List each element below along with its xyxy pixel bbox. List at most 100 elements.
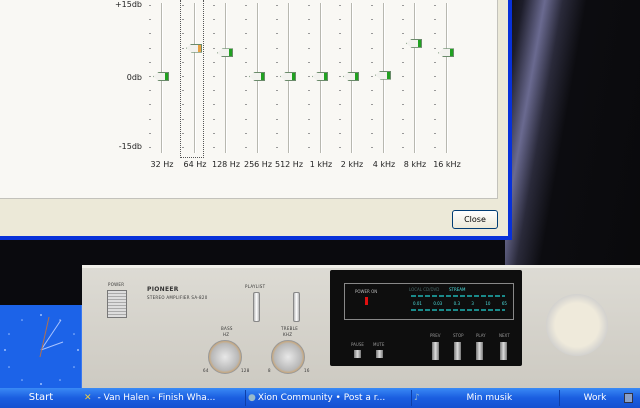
- tick-mark: [182, 61, 184, 63]
- playlist-toggle-button[interactable]: [293, 292, 300, 322]
- eq-slider[interactable]: [245, 3, 271, 153]
- eq-slider[interactable]: [276, 3, 302, 153]
- mute-button[interactable]: [376, 350, 383, 358]
- tick-mark: [308, 147, 310, 148]
- tick-mark: [402, 132, 404, 134]
- tick-mark: [182, 76, 184, 77]
- tick-mark: [434, 47, 436, 49]
- tick-mark: [339, 90, 341, 92]
- tick-mark: [276, 47, 278, 49]
- tick-mark: [402, 5, 404, 6]
- tick-mark: [213, 132, 215, 134]
- tick-mark: [245, 61, 247, 63]
- tick-mark: [434, 5, 436, 6]
- slider-thumb[interactable]: [312, 72, 328, 81]
- slider-thumb[interactable]: [375, 70, 391, 80]
- tick-mark: [213, 5, 215, 6]
- browser-icon: ●: [248, 393, 256, 403]
- bass-knob[interactable]: [208, 340, 242, 374]
- source-label: LOCAL CD/DVD: [409, 287, 440, 292]
- tick-mark: [276, 33, 278, 35]
- tick-mark: [402, 147, 404, 148]
- taskbar-item-music-player[interactable]: ✕ - Van Halen - Finish Wha...: [84, 390, 246, 406]
- tray-icon[interactable]: [624, 393, 633, 403]
- tick-mark: [213, 90, 215, 92]
- tick-mark: [213, 76, 215, 77]
- tick-mark: [434, 19, 436, 21]
- start-button[interactable]: Start: [0, 388, 82, 408]
- treble-max: 16: [304, 368, 310, 373]
- model-label: STEREO AMPLIFIER SA-820: [147, 295, 208, 300]
- slider-thumb[interactable]: [186, 43, 202, 53]
- stop-button[interactable]: [454, 342, 461, 360]
- tick-mark: [434, 61, 436, 63]
- tick-mark: [245, 147, 247, 148]
- play-label: PLAY: [476, 333, 486, 338]
- slider-thumb[interactable]: [343, 72, 359, 81]
- display-screen: POWER ON LOCAL CD/DVD STREAM 0.01 0.03 0.3…: [344, 283, 514, 320]
- taskbar-item-browser[interactable]: ● Xion Community • Post a r...: [248, 390, 412, 406]
- eq-slider[interactable]: [434, 3, 460, 153]
- power-button[interactable]: [107, 290, 127, 318]
- treble-knob[interactable]: [271, 340, 305, 374]
- eq-slider[interactable]: [371, 3, 397, 153]
- slider-thumb[interactable]: [217, 48, 233, 58]
- slider-thumb[interactable]: [406, 38, 422, 48]
- taskbar-item-work[interactable]: Work: [570, 390, 620, 406]
- prev-label: PREV: [430, 333, 441, 338]
- tick-mark: [402, 118, 404, 120]
- scale-label: 65: [501, 301, 507, 306]
- prev-button[interactable]: [432, 342, 439, 360]
- tick-mark: [339, 76, 341, 77]
- brand-logo: PIONEER: [147, 286, 179, 293]
- tick-mark: [276, 61, 278, 63]
- tick-mark: [308, 47, 310, 49]
- scale-label: 3: [471, 301, 474, 306]
- tick-mark: [339, 33, 341, 35]
- tick-mark: [182, 47, 184, 49]
- eq-slider[interactable]: [213, 3, 239, 153]
- close-button[interactable]: Close: [452, 210, 498, 229]
- slider-thumb[interactable]: [280, 72, 296, 81]
- tick-mark: [245, 76, 247, 77]
- tick-mark: [182, 147, 184, 148]
- taskbar: Start ✕ - Van Halen - Finish Wha... ● Xion…: [0, 388, 640, 408]
- tick-mark: [308, 118, 310, 120]
- eq-slider[interactable]: [149, 3, 175, 153]
- tick-mark: [308, 104, 310, 106]
- tick-mark: [371, 147, 373, 148]
- eq-slider[interactable]: [339, 3, 365, 153]
- player-icon: ✕: [84, 393, 92, 403]
- tick-mark: [213, 118, 215, 120]
- scale-label: 0.01: [413, 301, 422, 306]
- slider-thumb[interactable]: [249, 72, 265, 81]
- playlist-button[interactable]: [253, 292, 260, 322]
- play-button[interactable]: [476, 342, 483, 360]
- tick-mark: [308, 76, 310, 77]
- scale-label: 10: [485, 301, 491, 306]
- eq-slider[interactable]: [402, 3, 428, 153]
- tick-mark: [245, 47, 247, 49]
- slider-thumb[interactable]: [153, 72, 169, 81]
- volume-dial[interactable]: [546, 294, 608, 356]
- task-label: Xion Community • Post a r...: [257, 393, 386, 403]
- tick-mark: [149, 61, 151, 63]
- next-button[interactable]: [500, 342, 507, 360]
- tick-mark: [276, 76, 278, 77]
- tick-mark: [276, 132, 278, 134]
- tick-mark: [213, 19, 215, 21]
- tick-mark: [434, 90, 436, 92]
- tick-mark: [149, 118, 151, 120]
- tick-mark: [339, 19, 341, 21]
- treble-label: TREBLE: [281, 326, 299, 331]
- tick-mark: [308, 19, 310, 21]
- tick-mark: [245, 132, 247, 134]
- tick-mark: [371, 19, 373, 21]
- taskbar-item-music-folder[interactable]: ♪ Min musik: [414, 390, 560, 406]
- tick-mark: [245, 118, 247, 120]
- tick-mark: [245, 90, 247, 92]
- eq-slider[interactable]: [308, 3, 334, 153]
- slider-thumb[interactable]: [438, 48, 454, 58]
- eq-slider[interactable]: [182, 3, 208, 153]
- pause-button[interactable]: [354, 350, 361, 358]
